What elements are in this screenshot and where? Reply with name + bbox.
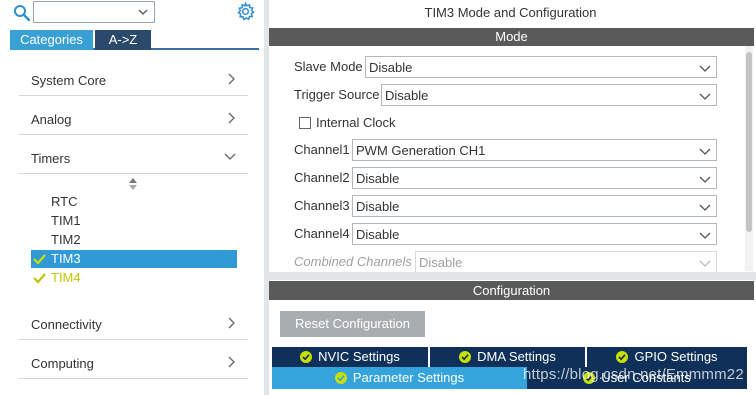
category-label: Timers [31,151,71,166]
check-circle-icon [459,351,472,363]
mode-section-header[interactable]: Mode [269,28,754,46]
check-icon [33,273,46,284]
channel3-value: Disable [356,199,400,214]
category-computing[interactable]: Computing [19,341,248,379]
mode-section: Slave Mode Disable Trigger Source Disabl… [269,46,754,272]
chevron-down-icon [699,232,711,239]
timer-item-rtc[interactable]: RTC [31,193,237,211]
combined-channels-select: Disable [415,251,717,272]
combined-channels-field: Combined Channels Disable [294,251,744,272]
timer-label: TIM1 [51,213,81,228]
chevron-down-icon [699,260,711,267]
category-label: System Core [31,73,107,88]
combined-channels-label: Combined Channels [294,254,412,269]
slave-mode-select[interactable]: Disable [365,56,717,78]
chevron-down-icon[interactable] [137,6,149,18]
channel2-value: Disable [356,171,400,186]
internal-clock-label: Internal Clock [316,115,396,130]
tab-gpio-settings[interactable]: GPIO Settings [587,347,747,367]
category-analog[interactable]: Analog [19,97,248,135]
chevron-down-icon [699,93,711,100]
tab-parameter-settings[interactable]: Parameter Settings [272,367,527,389]
check-circle-icon [616,351,629,363]
reset-configuration-button[interactable]: Reset Configuration [280,311,425,337]
chevron-down-icon [699,65,711,72]
trigger-source-select[interactable]: Disable [381,84,717,106]
watermark-text: https://blog.csdn.net/Emmmm22 [523,366,744,383]
configuration-section-header[interactable]: Configuration [269,281,754,300]
category-tabs: Categories A->Z [10,30,259,50]
tab-label: DMA Settings [477,349,556,364]
chevron-right-icon [228,73,235,85]
channel3-label: Channel3 [294,198,350,213]
chevron-right-icon [228,317,235,329]
mode-scrollbar-thumb[interactable] [746,52,752,232]
right-panel: TIM3 Mode and Configuration Mode Slave M… [269,0,756,395]
category-system-core[interactable]: System Core [19,58,248,96]
chevron-down-icon [699,148,711,155]
tab-label: NVIC Settings [318,349,400,364]
category-label: Analog [31,112,72,127]
tab-categories[interactable]: Categories [10,30,93,50]
channel4-select[interactable]: Disable [352,223,717,245]
check-circle-icon [300,351,313,363]
timer-label: RTC [51,194,78,209]
chevron-down-icon [699,204,711,211]
tab-nvic-settings[interactable]: NVIC Settings [272,347,430,367]
channel1-select[interactable]: PWM Generation CH1 [352,139,717,161]
search-icon[interactable] [13,4,31,22]
timer-item-tim3[interactable]: TIM3 [31,250,237,268]
channel3-field: Channel3 Disable [294,195,744,217]
chevron-down-icon [224,153,236,160]
timer-label: TIM3 [51,251,81,266]
slave-mode-label: Slave Mode [294,59,363,74]
tab-label: GPIO Settings [634,349,718,364]
section-splitter[interactable] [269,272,756,280]
trigger-source-value: Disable [385,88,429,103]
channel1-label: Channel1 [294,142,350,157]
sort-icon[interactable] [128,177,138,191]
category-label: Connectivity [31,317,102,332]
slave-mode-value: Disable [369,60,413,75]
channel1-field: Channel1 PWM Generation CH1 [294,139,744,161]
channel4-value: Disable [356,227,400,242]
page-title: TIM3 Mode and Configuration [424,5,597,20]
channel2-label: Channel2 [294,170,350,185]
internal-clock-checkbox[interactable] [299,117,311,129]
chevron-right-icon [228,112,235,124]
timer-label: TIM4 [51,270,81,285]
check-icon [33,254,46,265]
mode-scrollbar[interactable] [745,46,753,271]
search-input[interactable] [33,1,155,23]
gear-icon[interactable] [236,2,255,21]
tab-label: Parameter Settings [352,370,465,385]
category-label: Computing [31,356,94,371]
channel2-select[interactable]: Disable [352,167,717,189]
channel4-label: Channel4 [294,226,350,241]
category-timers[interactable]: Timers [19,136,248,174]
chevron-down-icon [699,176,711,183]
category-connectivity[interactable]: Connectivity [19,302,248,340]
left-panel: Categories A->Z System Core Analog Timer… [0,0,264,395]
slave-mode-field: Slave Mode Disable [294,56,744,78]
trigger-source-field: Trigger Source Disable [294,84,744,106]
stm32cubemx-pinout-config: Categories A->Z System Core Analog Timer… [0,0,756,395]
tab-a-to-z[interactable]: A->Z [95,30,151,50]
timer-item-tim4[interactable]: TIM4 [31,269,237,287]
channel3-select[interactable]: Disable [352,195,717,217]
channel1-value: PWM Generation CH1 [356,143,486,158]
channel2-field: Channel2 Disable [294,167,744,189]
chevron-right-icon [228,356,235,368]
timer-item-tim1[interactable]: TIM1 [31,212,237,230]
channel4-field: Channel4 Disable [294,223,744,245]
check-circle-icon [334,372,347,384]
trigger-source-label: Trigger Source [294,87,380,102]
timer-label: TIM2 [51,232,81,247]
tab-dma-settings[interactable]: DMA Settings [430,347,587,367]
combined-channels-value: Disable [419,255,463,270]
timer-item-tim2[interactable]: TIM2 [31,231,237,249]
